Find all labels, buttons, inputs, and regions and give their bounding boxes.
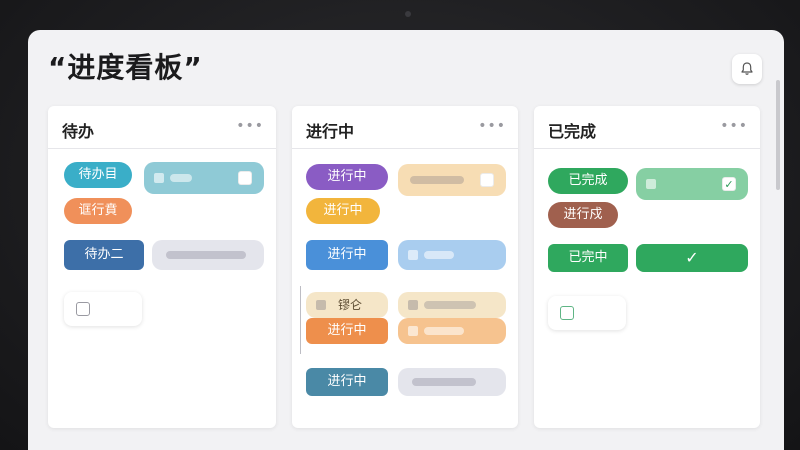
blurred-text — [166, 251, 246, 259]
task-tag[interactable]: 进行中 — [306, 164, 388, 190]
task-card-placeholder[interactable] — [398, 240, 506, 270]
blurred-text — [424, 251, 454, 259]
board-title: “进度看板” — [48, 51, 203, 84]
column-title: 进行中 — [306, 122, 355, 141]
task-tag[interactable]: 进行中 — [306, 240, 388, 270]
card-icon — [154, 173, 164, 183]
task-card-placeholder[interactable] — [398, 164, 506, 196]
more-icon[interactable]: ••• — [720, 118, 748, 134]
empty-task-card[interactable] — [64, 292, 142, 326]
checkbox-icon[interactable]: ✓ — [722, 177, 736, 191]
column-header: 已完成 ••• — [534, 106, 760, 149]
blurred-text — [170, 174, 192, 182]
task-card-placeholder[interactable] — [152, 240, 264, 270]
task-tag[interactable]: 已完成 — [548, 168, 628, 194]
card-icon — [408, 250, 418, 260]
task-card-placeholder[interactable]: ✓ — [636, 168, 748, 200]
notification-button[interactable] — [732, 54, 762, 84]
task-card-placeholder[interactable] — [398, 318, 506, 344]
task-tag[interactable]: 诓行賁 — [64, 198, 132, 224]
card-icon — [316, 300, 326, 310]
task-tag[interactable]: 进行中 — [306, 368, 388, 396]
blurred-text — [424, 301, 476, 309]
task-card-placeholder[interactable] — [144, 162, 264, 194]
task-label: 镠仑 — [337, 298, 362, 312]
task-tag[interactable]: 已完中 — [548, 244, 628, 272]
task-tag[interactable]: 进行中 — [306, 198, 380, 224]
complete-bar[interactable]: ✓ — [636, 244, 748, 272]
column-header: 进行中 ••• — [292, 106, 518, 149]
task-card-placeholder[interactable] — [398, 292, 506, 318]
card-icon — [646, 179, 656, 189]
card-icon — [408, 326, 418, 336]
column-done: 已完成 ••• 已完成 ✓ 进行戍 已完中 ✓ — [534, 106, 760, 428]
blurred-text — [412, 378, 476, 386]
more-icon[interactable]: ••• — [478, 118, 506, 134]
blurred-text — [410, 176, 464, 184]
checkbox-icon[interactable] — [480, 173, 494, 187]
kanban-screen: “进度看板” 待办 ••• 待办目 诓行賁 待办二 进行中 ••• 进行中 进行… — [28, 30, 784, 450]
column-title: 待办 — [62, 122, 95, 141]
scrollbar[interactable] — [776, 80, 780, 190]
checkbox-icon[interactable] — [560, 306, 574, 320]
task-tag[interactable]: 待办二 — [64, 240, 144, 270]
checkbox-icon[interactable] — [238, 171, 252, 185]
more-icon[interactable]: ••• — [236, 118, 264, 134]
checkmark-icon: ✓ — [685, 248, 699, 267]
empty-task-card[interactable] — [548, 296, 626, 330]
card-icon — [408, 300, 418, 310]
blurred-text — [424, 327, 464, 335]
task-tag[interactable]: 进行戍 — [548, 202, 618, 228]
column-header: 待办 ••• — [48, 106, 276, 149]
camera-dot — [405, 11, 411, 17]
task-card-placeholder[interactable] — [398, 368, 506, 396]
task-tag[interactable]: 待办目 — [64, 162, 132, 188]
column-in-progress: 进行中 ••• 进行中 进行中 进行中 镠仑 进行中 进行中 — [292, 106, 518, 428]
connector-line — [300, 286, 301, 354]
column-title: 已完成 — [548, 122, 597, 141]
checkbox-icon[interactable] — [76, 302, 90, 316]
column-todo: 待办 ••• 待办目 诓行賁 待办二 — [48, 106, 276, 428]
bell-icon — [741, 62, 753, 75]
task-tag[interactable]: 进行中 — [306, 318, 388, 344]
